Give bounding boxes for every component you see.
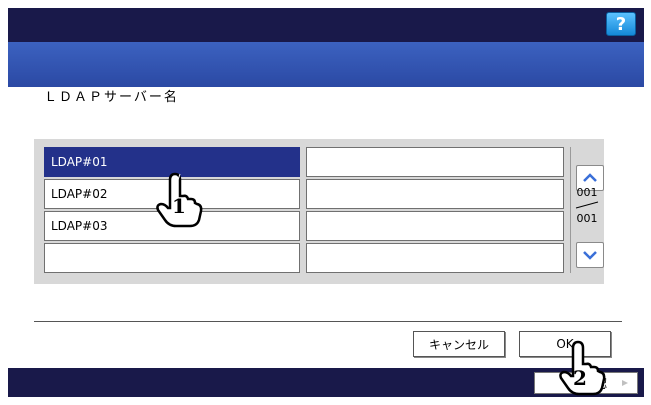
divider-line (34, 321, 622, 322)
triangle-right-icon (622, 380, 628, 386)
list-item[interactable] (306, 179, 564, 209)
step-2-label: 2 (573, 366, 587, 390)
top-bar: ? (8, 8, 644, 42)
chevron-up-icon (583, 173, 597, 182)
list-item[interactable] (306, 211, 564, 241)
hand-pointer-icon: 2 (553, 336, 609, 404)
page-current: 001 (576, 186, 598, 199)
hand-pointer-icon: 1 (150, 168, 206, 234)
chevron-down-icon (583, 251, 597, 260)
header-band (8, 42, 644, 87)
help-button[interactable]: ? (606, 12, 636, 36)
cancel-button[interactable]: キャンセル (413, 331, 505, 357)
list-item[interactable] (306, 147, 564, 177)
scroll-down-button[interactable] (576, 242, 604, 268)
list-item[interactable] (44, 243, 300, 273)
slash-divider (575, 201, 599, 209)
list-item[interactable] (306, 243, 564, 273)
step-1-label: 1 (172, 194, 186, 218)
page-indicator: 001 001 (570, 186, 604, 225)
dialog-title: ＬＤＡＰサーバー名 (44, 90, 179, 105)
page-total: 001 (576, 212, 598, 225)
